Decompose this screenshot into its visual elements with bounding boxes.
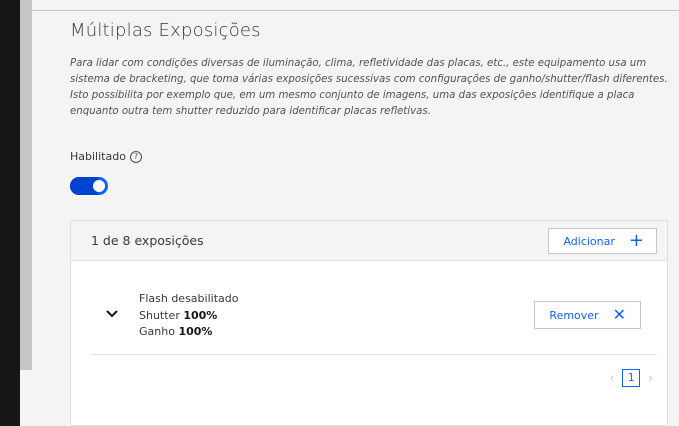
scrollbar-track[interactable]: [20, 0, 32, 370]
remove-exposure-button[interactable]: Remover ✕: [534, 301, 641, 329]
settings-panel: Múltiplas Exposições Para lidar com cond…: [0, 0, 679, 426]
exposure-item: Flash desabilitado Shutter 100% Ganho 10…: [91, 283, 657, 355]
shutter-label: Shutter: [139, 308, 184, 322]
help-icon[interactable]: ?: [129, 150, 142, 163]
add-button-label: Adicionar: [563, 234, 615, 248]
section-title: Múltiplas Exposições: [70, 20, 261, 41]
remove-button-label: Remover: [549, 308, 599, 322]
exposures-count: 1 de 8 exposições: [91, 233, 204, 248]
exposure-details: Flash desabilitado Shutter 100% Ganho 10…: [139, 291, 238, 341]
exposures-header: 1 de 8 exposições Adicionar +: [71, 221, 667, 261]
gain-value: 100%: [178, 325, 213, 338]
plus-icon: +: [628, 230, 644, 251]
prev-page-icon[interactable]: ‹: [609, 371, 614, 385]
enabled-toggle[interactable]: [70, 177, 108, 195]
add-exposure-button[interactable]: Adicionar +: [548, 228, 657, 254]
shutter-value: 100%: [183, 308, 218, 322]
next-page-icon[interactable]: ›: [648, 371, 653, 385]
enabled-label-text: Habilitado: [70, 150, 126, 163]
toggle-knob: [93, 180, 105, 192]
page-number[interactable]: 1: [622, 369, 641, 387]
exposures-card: 1 de 8 exposições Adicionar + Flash desa…: [70, 220, 668, 426]
enabled-label: Habilitado ?: [70, 150, 142, 163]
divider: [32, 10, 679, 11]
left-sidebar: [0, 0, 20, 426]
gain-label: Ganho: [139, 325, 179, 338]
pagination: ‹ 1 ›: [609, 369, 653, 387]
chevron-down-icon[interactable]: [105, 307, 119, 321]
shutter-line: Shutter 100%: [139, 308, 238, 325]
gain-line: Ganho 100%: [139, 324, 238, 341]
close-icon: ✕: [612, 305, 626, 324]
flash-status: Flash desabilitado: [139, 292, 239, 305]
section-description: Para lidar com condições diversas de ilu…: [70, 58, 668, 117]
